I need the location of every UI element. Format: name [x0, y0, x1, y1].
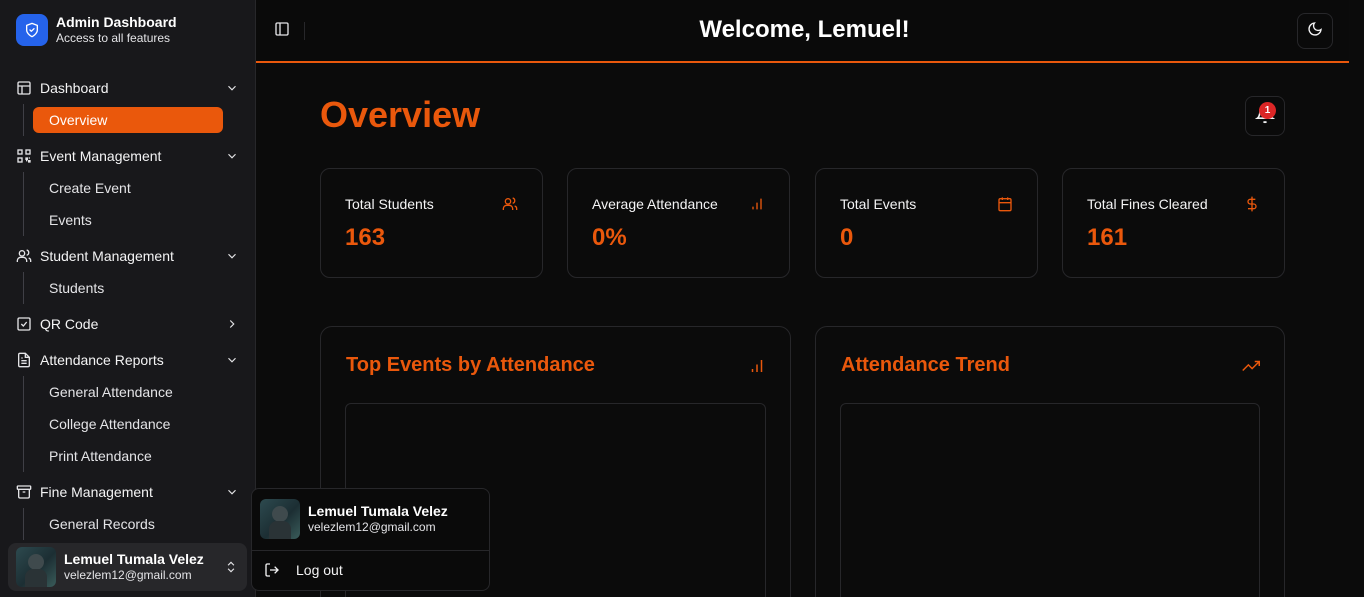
bar-chart-icon [748, 357, 766, 375]
brand-subtitle: Access to all features [56, 31, 171, 45]
stat-value: 161 [1087, 224, 1128, 251]
brand-title: Admin Dashboard [56, 14, 177, 30]
nav-group-attendance-reports[interactable]: Attendance Reports [8, 344, 248, 376]
archive-icon [16, 484, 32, 500]
chevron-down-icon [224, 148, 240, 164]
submenu-line [23, 272, 24, 304]
sidebar-item-print-attendance[interactable]: Print Attendance [33, 443, 223, 469]
brand[interactable]: Admin Dashboard Access to all features [16, 14, 177, 46]
panel-attendance-trend: Attendance Trend [815, 326, 1285, 597]
layout-icon [16, 80, 32, 96]
chevron-down-icon [224, 248, 240, 264]
sidebar-item-general-attendance[interactable]: General Attendance [33, 379, 223, 405]
moon-icon [1307, 21, 1323, 42]
stat-card-average-attendance: Average Attendance 0% [567, 168, 790, 278]
user-email: velezlem12@gmail.com [64, 568, 192, 582]
logout-icon [264, 562, 280, 578]
nav-group-label: Fine Management [40, 484, 153, 500]
nav-group-label: Attendance Reports [40, 352, 164, 368]
submenu-line [23, 104, 24, 136]
file-text-icon [16, 352, 32, 368]
chevron-down-icon [224, 352, 240, 368]
users-icon [16, 248, 32, 264]
chart-area [840, 403, 1260, 597]
nav-group-fine-management[interactable]: Fine Management [8, 476, 248, 508]
notification-badge: 1 [1259, 102, 1276, 119]
user-dropdown-menu: Lemuel Tumala Velez velezlem12@gmail.com… [251, 488, 490, 591]
stat-label: Total Fines Cleared [1087, 196, 1208, 212]
sidebar: Admin Dashboard Access to all features D… [0, 0, 256, 597]
nav-group-event-management[interactable]: Event Management [8, 140, 248, 172]
user-name: Lemuel Tumala Velez [308, 503, 448, 519]
nav-group-label: Event Management [40, 148, 162, 164]
avatar [16, 547, 56, 587]
stat-label: Average Attendance [592, 196, 718, 212]
chevron-down-icon [224, 484, 240, 500]
trending-up-icon [1242, 357, 1260, 375]
stat-card-total-events: Total Events 0 [815, 168, 1038, 278]
page-title: Overview [320, 94, 481, 135]
stat-value: 163 [345, 224, 386, 251]
welcome-title: Welcome, Lemuel! [699, 16, 910, 43]
panel-title: Top Events by Attendance [346, 354, 595, 376]
dollar-icon [1244, 196, 1260, 212]
submenu-line [23, 172, 24, 236]
submenu-line [23, 508, 24, 540]
chevron-right-icon [224, 316, 240, 332]
nav-group-label: Dashboard [40, 80, 109, 96]
qr-grid-icon [16, 148, 32, 164]
submenu-line [23, 376, 24, 472]
sidebar-item-college-attendance[interactable]: College Attendance [33, 411, 223, 437]
calendar-icon [997, 196, 1013, 212]
sidebar-item-overview[interactable]: Overview [33, 107, 223, 133]
chevron-down-icon [224, 80, 240, 96]
avatar [260, 499, 300, 539]
nav-group-label: Student Management [40, 248, 174, 264]
user-menu-button[interactable]: Lemuel Tumala Velez velezlem12@gmail.com [8, 543, 247, 591]
nav-group-dashboard[interactable]: Dashboard [8, 72, 248, 104]
nav-group-student-management[interactable]: Student Management [8, 240, 248, 272]
top-header: Welcome, Lemuel! [256, 0, 1349, 63]
stat-label: Total Events [840, 196, 917, 212]
theme-toggle-button[interactable] [1297, 13, 1333, 49]
checkbox-icon [16, 316, 32, 332]
stat-label: Total Students [345, 196, 434, 212]
shield-icon [16, 14, 48, 46]
logout-menu-item[interactable]: Log out [256, 555, 485, 585]
chevrons-up-down-icon [223, 559, 239, 575]
sidebar-item-general-records[interactable]: General Records [33, 511, 223, 537]
panel-title: Attendance Trend [841, 354, 1010, 376]
nav-group-qr-code[interactable]: QR Code [8, 308, 248, 340]
user-dropdown-header: Lemuel Tumala Velez velezlem12@gmail.com [260, 499, 448, 539]
sidebar-item-students[interactable]: Students [33, 275, 223, 301]
user-email: velezlem12@gmail.com [308, 520, 436, 534]
sidebar-item-events[interactable]: Events [33, 207, 223, 233]
stat-card-total-fines-cleared: Total Fines Cleared 161 [1062, 168, 1285, 278]
stat-value: 0% [592, 224, 627, 251]
divider [252, 550, 489, 551]
stat-value: 0 [840, 224, 854, 251]
stat-card-total-students: Total Students 163 [320, 168, 543, 278]
sidebar-item-create-event[interactable]: Create Event [33, 175, 223, 201]
user-name: Lemuel Tumala Velez [64, 551, 204, 567]
notifications-button[interactable]: 1 [1245, 96, 1285, 136]
users-icon [502, 196, 518, 212]
nav-group-label: QR Code [40, 316, 99, 332]
logout-label: Log out [296, 562, 343, 578]
bar-chart-icon [749, 196, 765, 212]
